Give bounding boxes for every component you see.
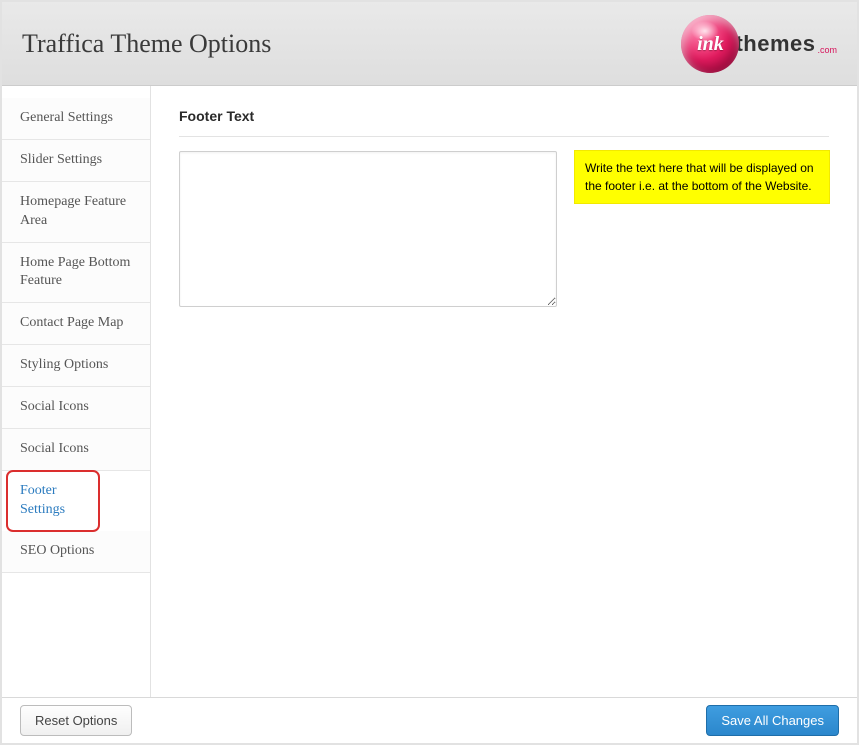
sidebar-item-general-settings[interactable]: General Settings (2, 98, 150, 140)
sidebar-item-label: Social Icons (20, 441, 89, 456)
logo-themes-text: themes (735, 31, 815, 57)
main-panel: Footer Text Write the text here that wil… (151, 86, 857, 697)
sidebar-item-label: Footer Settings (20, 483, 65, 517)
sidebar-item-slider-settings[interactable]: Slider Settings (2, 140, 150, 182)
sidebar-item-label: Contact Page Map (20, 315, 123, 330)
footer-text-input[interactable] (179, 151, 557, 307)
logo-ink-text: ink (681, 33, 739, 56)
sidebar: General Settings Slider Settings Homepag… (2, 86, 151, 697)
sidebar-item-label: General Settings (20, 110, 113, 125)
sidebar-item-social-icons-1[interactable]: Social Icons (2, 387, 150, 429)
reset-options-button[interactable]: Reset Options (20, 705, 132, 736)
logo: ink themes .com (681, 15, 837, 73)
field-row: Write the text here that will be display… (179, 151, 829, 307)
sidebar-item-label: Styling Options (20, 357, 108, 372)
sidebar-item-label: SEO Options (20, 543, 94, 558)
sidebar-item-home-page-bottom-feature[interactable]: Home Page Bottom Feature (2, 243, 150, 304)
sidebar-item-contact-page-map[interactable]: Contact Page Map (2, 303, 150, 345)
body-area: General Settings Slider Settings Homepag… (2, 86, 857, 697)
sidebar-item-footer-settings[interactable]: Footer Settings (6, 470, 100, 532)
sidebar-item-label: Social Icons (20, 399, 89, 414)
sidebar-item-homepage-feature-area[interactable]: Homepage Feature Area (2, 182, 150, 243)
section-title: Footer Text (179, 108, 829, 137)
sidebar-item-label: Slider Settings (20, 152, 102, 167)
sidebar-item-label: Home Page Bottom Feature (20, 255, 130, 289)
help-text: Write the text here that will be display… (575, 151, 829, 203)
sidebar-item-styling-options[interactable]: Styling Options (2, 345, 150, 387)
footer-bar: Reset Options Save All Changes (2, 697, 857, 743)
page-title: Traffica Theme Options (22, 29, 271, 59)
sidebar-item-social-icons-2[interactable]: Social Icons (2, 429, 150, 471)
save-all-changes-button[interactable]: Save All Changes (706, 705, 839, 736)
header: Traffica Theme Options ink themes .com (2, 2, 857, 86)
logo-badge-icon: ink (681, 15, 739, 73)
logo-dotcom-text: .com (817, 45, 837, 55)
sidebar-item-label: Homepage Feature Area (20, 194, 126, 228)
sidebar-item-seo-options[interactable]: SEO Options (2, 531, 150, 573)
